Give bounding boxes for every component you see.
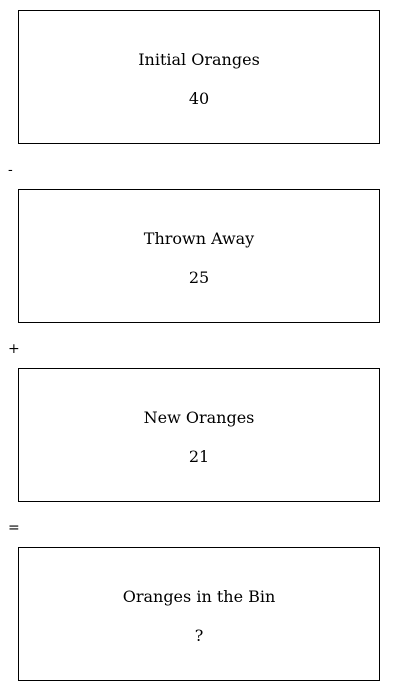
thrown-away-box: Thrown Away 25 [18, 189, 380, 323]
equals-operator: = [8, 520, 20, 536]
box-value: ? [194, 626, 204, 645]
box-value: 25 [188, 268, 210, 287]
box-label: Oranges in the Bin [122, 587, 276, 606]
box-label: Thrown Away [143, 229, 255, 248]
box-label: New Oranges [143, 408, 255, 427]
box-value: 40 [188, 89, 210, 108]
box-label: Initial Oranges [138, 50, 260, 69]
minus-operator: - [8, 162, 13, 178]
box-value: 21 [188, 447, 210, 466]
plus-operator: + [8, 341, 20, 357]
oranges-in-bin-box: Oranges in the Bin ? [18, 547, 380, 681]
new-oranges-box: New Oranges 21 [18, 368, 380, 502]
initial-oranges-box: Initial Oranges 40 [18, 10, 380, 144]
